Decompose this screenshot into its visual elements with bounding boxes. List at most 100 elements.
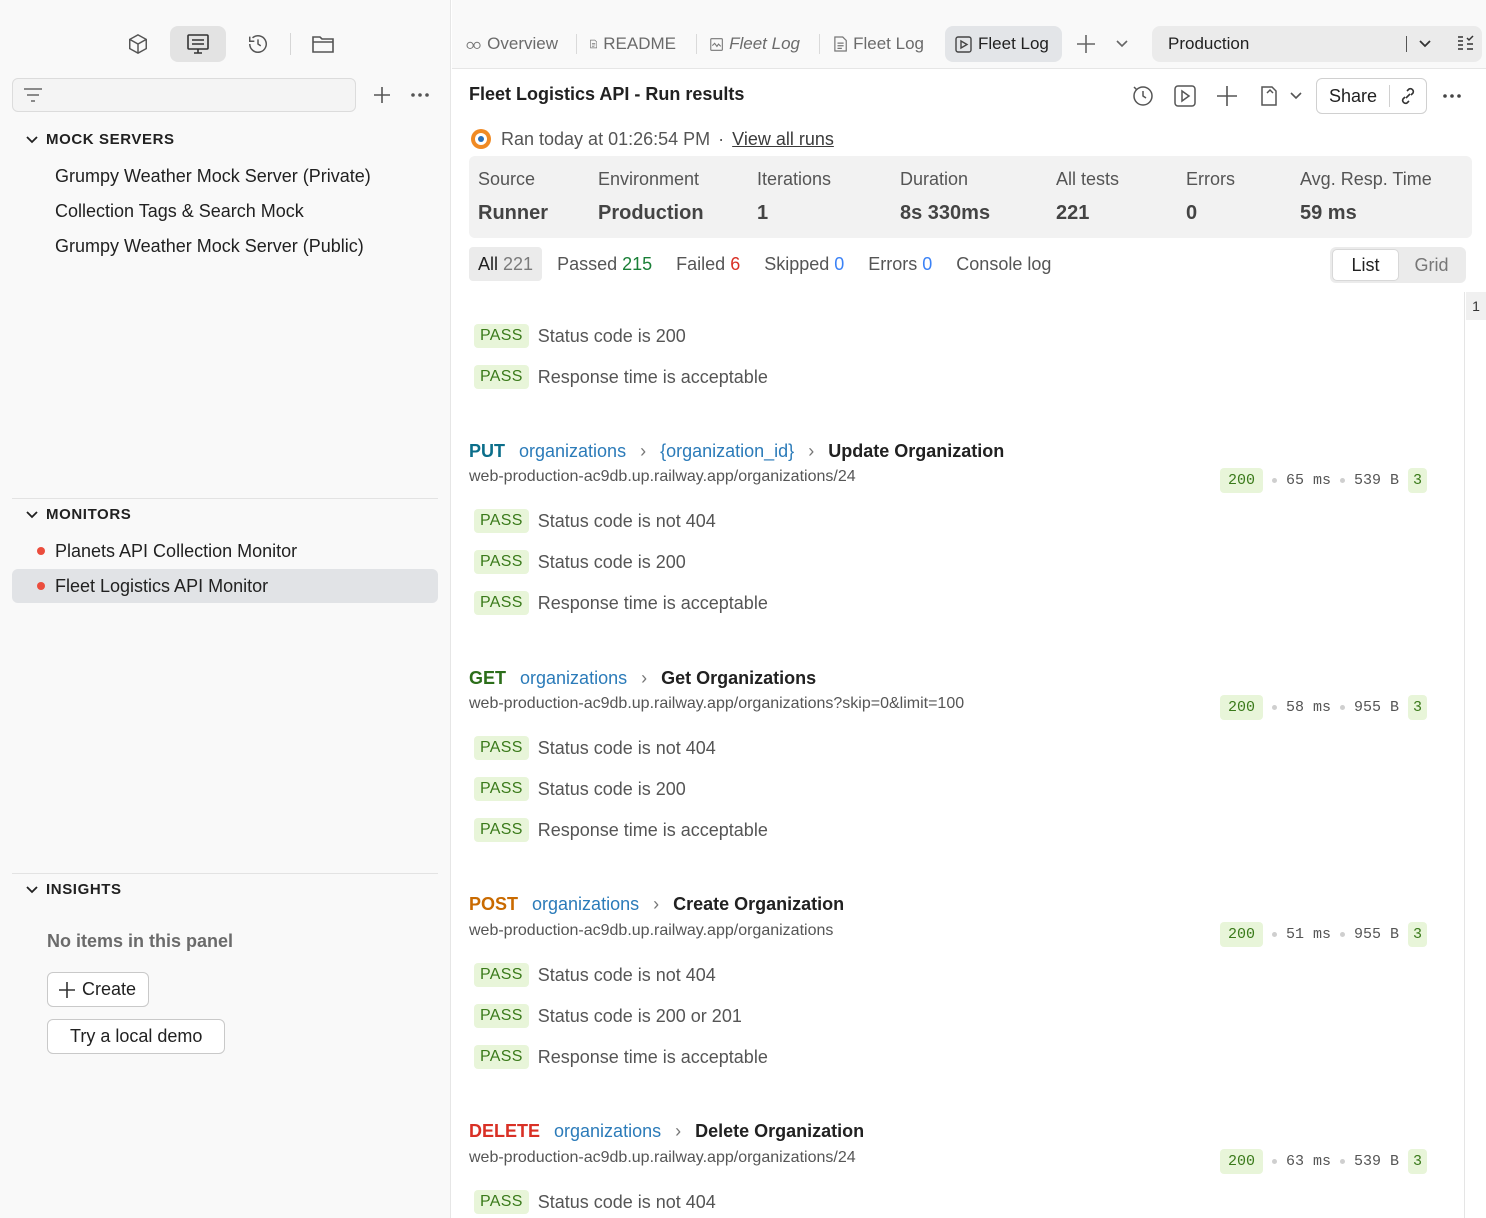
request-breadcrumb[interactable]: organizations: [519, 441, 626, 462]
request-name[interactable]: Update Organization: [828, 441, 1004, 462]
environment-quick-look-icon[interactable]: [1456, 34, 1476, 54]
test-result-row: PASS Status code is 200: [474, 548, 686, 576]
add-button[interactable]: [1210, 80, 1244, 112]
run-again-button[interactable]: [1168, 80, 1202, 112]
tab-label: Fleet Log: [729, 34, 800, 53]
tab-fleet-log-doc[interactable]: Fleet Log: [824, 26, 934, 62]
request-url: web-production-ac9db.up.railway.app/orga…: [469, 468, 856, 485]
stat-value: 221: [1056, 202, 1090, 224]
chevron-down-icon: [1290, 92, 1302, 100]
stat-label: Errors: [1186, 169, 1235, 189]
chevron-down-icon[interactable]: [1418, 36, 1432, 52]
pass-badge: PASS: [474, 818, 529, 842]
chevron-down-icon: [1116, 40, 1128, 48]
try-local-demo-button[interactable]: Try a local demo: [47, 1019, 226, 1054]
chevron-right-icon: ›: [808, 440, 815, 461]
sidebar-filter-input[interactable]: [51, 86, 355, 104]
history-tool-button[interactable]: [230, 26, 286, 62]
tab-readme[interactable]: README: [580, 26, 686, 62]
ran-timestamp: Ran today at 01:26:54 PM: [501, 128, 711, 149]
request-header[interactable]: POST organizations › Create Organization: [469, 891, 844, 917]
test-count-badge: 3: [1408, 467, 1428, 493]
filter-all[interactable]: All 221: [469, 247, 543, 281]
pass-badge: PASS: [474, 1190, 529, 1214]
request-breadcrumb[interactable]: organizations: [554, 1121, 661, 1142]
filter-skipped[interactable]: Skipped 0: [755, 247, 853, 281]
schedule-button[interactable]: [1126, 80, 1160, 112]
link-icon[interactable]: [1398, 86, 1418, 106]
section-divider: [12, 873, 438, 874]
sidebar-filter[interactable]: [12, 78, 356, 112]
stat-value: 8s 330ms: [900, 202, 991, 224]
response-meta: 200 51 ms 955 B 3: [1220, 920, 1428, 948]
plus-icon: [59, 981, 75, 998]
request-breadcrumb[interactable]: organizations: [520, 668, 627, 689]
stat-value: 0: [1186, 202, 1198, 224]
request-breadcrumb[interactable]: {organization_id}: [660, 441, 794, 462]
request-header[interactable]: DELETE organizations › Delete Organizati…: [469, 1118, 864, 1144]
bullet: [1272, 704, 1278, 710]
filter-label: Failed: [676, 253, 726, 274]
play-box-icon: [1174, 85, 1196, 107]
iteration-badge[interactable]: 1: [1466, 292, 1486, 320]
more-button[interactable]: [1435, 80, 1469, 112]
test-result-row: PASS Status code is not 404: [474, 1188, 716, 1216]
share-button[interactable]: Share: [1316, 78, 1428, 114]
sidebar-item-mock-server[interactable]: Grumpy Weather Mock Server (Public): [12, 229, 438, 263]
try-local-demo-label: Try a local demo: [70, 1026, 203, 1046]
monitors-tool-button[interactable]: [170, 26, 226, 62]
stat-label: Iterations: [757, 169, 832, 189]
create-button[interactable]: Create: [47, 972, 150, 1007]
request-url: web-production-ac9db.up.railway.app/orga…: [469, 922, 834, 939]
mock-servers-section-header[interactable]: MOCK SERVERS: [26, 131, 175, 148]
sidebar-item-monitor-selected[interactable]: Fleet Logistics API Monitor: [12, 569, 438, 603]
tab-fleet-log-runner-active[interactable]: Fleet Log: [945, 26, 1062, 62]
insights-section-header[interactable]: INSIGHTS: [26, 881, 122, 898]
request-breadcrumb[interactable]: organizations: [532, 894, 639, 915]
test-name: Status code is not 404: [537, 964, 716, 985]
stat-label: Duration: [900, 169, 969, 189]
request-name[interactable]: Create Organization: [673, 894, 844, 915]
sidebar-add-button[interactable]: [366, 79, 398, 111]
environment-select[interactable]: Production: [1152, 26, 1482, 62]
filter-passed[interactable]: Passed 215: [548, 247, 661, 281]
files-tool-button[interactable]: [295, 26, 351, 62]
request-url: web-production-ac9db.up.railway.app/orga…: [469, 1149, 856, 1166]
run-results-panel: Fleet Logistics API - Run results Share …: [452, 70, 1486, 1218]
results-scrollbar[interactable]: [1464, 292, 1486, 1218]
view-list-button[interactable]: List: [1332, 249, 1399, 281]
apis-tool-button[interactable]: [110, 26, 166, 62]
tab-separator: [696, 34, 697, 54]
test-name: Status code is not 404: [537, 1191, 716, 1212]
sidebar-more-button[interactable]: [404, 79, 436, 111]
tab-label: Fleet Log: [853, 34, 924, 53]
export-dropdown-button[interactable]: [1252, 80, 1308, 112]
plus-icon: [374, 87, 390, 103]
tab-label: README: [603, 34, 676, 53]
share-divider: [1389, 85, 1391, 107]
chevron-right-icon: ›: [640, 440, 647, 461]
test-result-row: PASS Status code is not 404: [474, 734, 716, 762]
filter-errors[interactable]: Errors 0: [859, 247, 941, 281]
response-meta: 200 58 ms 955 B 3: [1220, 693, 1428, 721]
view-all-runs-link[interactable]: View all runs: [732, 129, 834, 150]
new-tab-button[interactable]: [1070, 28, 1102, 60]
filter-console-log[interactable]: Console log: [947, 247, 1060, 281]
sidebar-item-mock-server[interactable]: Collection Tags & Search Mock: [12, 194, 438, 228]
request-name[interactable]: Get Organizations: [661, 668, 816, 689]
request-header[interactable]: PUT organizations › {organization_id} › …: [469, 438, 1004, 464]
tab-list-dropdown-button[interactable]: [1106, 28, 1138, 60]
sidebar-item-mock-server[interactable]: Grumpy Weather Mock Server (Private): [12, 159, 438, 193]
share-label: Share: [1329, 85, 1378, 106]
request-header[interactable]: GET organizations › Get Organizations: [469, 665, 816, 691]
monitors-section-header[interactable]: MONITORS: [26, 506, 131, 523]
tab-overview[interactable]: Overview: [456, 26, 568, 62]
monitor-icon: [710, 37, 723, 51]
view-grid-button[interactable]: Grid: [1399, 249, 1464, 281]
sidebar-item-monitor[interactable]: Planets API Collection Monitor: [12, 534, 438, 568]
filter-failed[interactable]: Failed 6: [667, 247, 749, 281]
tab-bar: Overview README Fleet Log Fleet Log Flee…: [452, 0, 1486, 69]
stat-value: 59 ms: [1300, 202, 1357, 224]
request-name[interactable]: Delete Organization: [695, 1121, 864, 1142]
tab-fleet-log-monitor[interactable]: Fleet Log: [700, 26, 810, 62]
